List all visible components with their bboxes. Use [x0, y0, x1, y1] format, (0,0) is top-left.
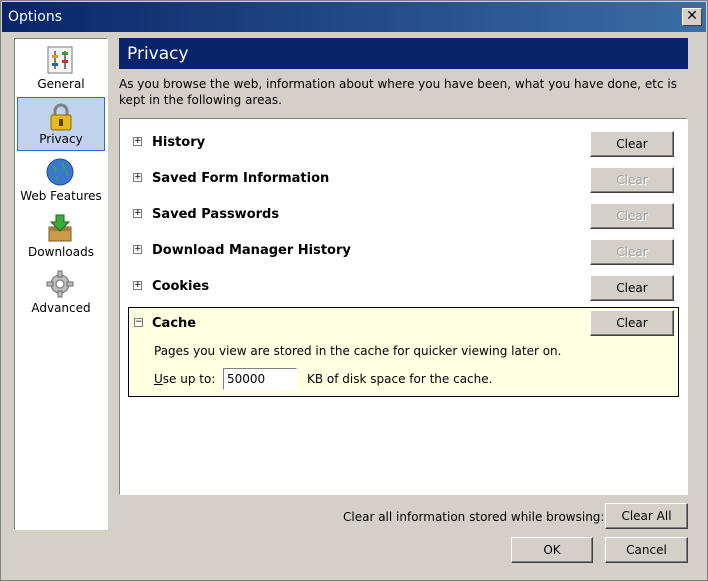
sidebar-item-label: Web Features — [20, 189, 102, 203]
cancel-button[interactable]: Cancel — [605, 537, 688, 563]
privacy-item-cache: − Cache Clear Pages you view are stored … — [128, 307, 679, 397]
access-key: U — [154, 372, 163, 386]
sidebar-item-web-features[interactable]: Web Features — [17, 153, 105, 207]
privacy-item-label: Cookies — [152, 279, 210, 294]
privacy-item-cookies: + Cookies Clear — [120, 271, 687, 303]
collapse-icon[interactable]: − — [134, 318, 143, 327]
expand-icon[interactable]: + — [133, 281, 142, 290]
privacy-item-saved-form: + Saved Form Information Clear — [120, 163, 687, 195]
clear-history-button[interactable]: Clear — [590, 131, 674, 157]
cache-size-label: Use up to: — [154, 372, 215, 386]
clear-all-label: Clear all information stored while brows… — [343, 510, 605, 524]
gear-icon — [46, 270, 74, 298]
downloads-icon — [48, 214, 72, 242]
clear-download-history-button[interactable]: Clear — [590, 239, 674, 265]
cache-size-suffix: KB of disk space for the cache. — [307, 372, 493, 386]
privacy-item-label: Cache — [152, 316, 197, 331]
lock-icon — [50, 103, 72, 131]
sidebar-item-advanced[interactable]: Advanced — [17, 265, 105, 319]
title-bar: Options ✕ — [2, 2, 706, 32]
page-title: Privacy — [127, 44, 189, 64]
expand-icon[interactable]: + — [133, 137, 142, 146]
privacy-item-label: History — [152, 135, 206, 150]
clear-cookies-button[interactable]: Clear — [590, 275, 674, 301]
expand-icon[interactable]: + — [133, 245, 142, 254]
sidebar-item-label: Advanced — [31, 301, 91, 315]
clear-all-button[interactable]: Clear All — [605, 503, 688, 529]
privacy-intro-text: As you browse the web, information about… — [119, 77, 677, 107]
clear-form-info-button[interactable]: Clear — [590, 167, 674, 193]
sidebar-item-privacy[interactable]: Privacy — [17, 97, 105, 151]
window-title: Options — [8, 9, 63, 25]
cache-size-input[interactable] — [223, 368, 297, 390]
panel-header: Privacy — [119, 38, 688, 69]
privacy-item-saved-passwords: + Saved Passwords Clear — [120, 199, 687, 231]
cache-size-label-text: se up to: — [162, 372, 216, 386]
sidebar-item-label: Privacy — [39, 132, 83, 146]
privacy-item-download-history: + Download Manager History Clear — [120, 235, 687, 267]
privacy-item-label: Saved Passwords — [152, 207, 280, 222]
cache-description: Pages you view are stored in the cache f… — [154, 344, 562, 358]
sidebar-item-downloads[interactable]: Downloads — [17, 209, 105, 263]
privacy-items-list: + History Clear + Saved Form Information… — [119, 118, 688, 495]
sidebar-item-general[interactable]: General — [17, 41, 105, 95]
sidebar-item-label: General — [37, 77, 85, 91]
privacy-item-label: Saved Form Information — [152, 171, 330, 186]
expand-icon[interactable]: + — [133, 209, 142, 218]
close-button[interactable]: ✕ — [682, 8, 702, 26]
sidebar-item-label: Downloads — [28, 245, 94, 259]
general-icon — [47, 46, 73, 74]
globe-icon — [46, 158, 74, 186]
clear-cache-button[interactable]: Clear — [590, 310, 674, 336]
clear-passwords-button[interactable]: Clear — [590, 203, 674, 229]
privacy-item-label: Download Manager History — [152, 243, 351, 258]
ok-button[interactable]: OK — [511, 537, 593, 563]
privacy-item-history: + History Clear — [120, 127, 687, 159]
expand-icon[interactable]: + — [133, 173, 142, 182]
category-sidebar: General Privacy Web Features Downloads A… — [14, 38, 108, 530]
